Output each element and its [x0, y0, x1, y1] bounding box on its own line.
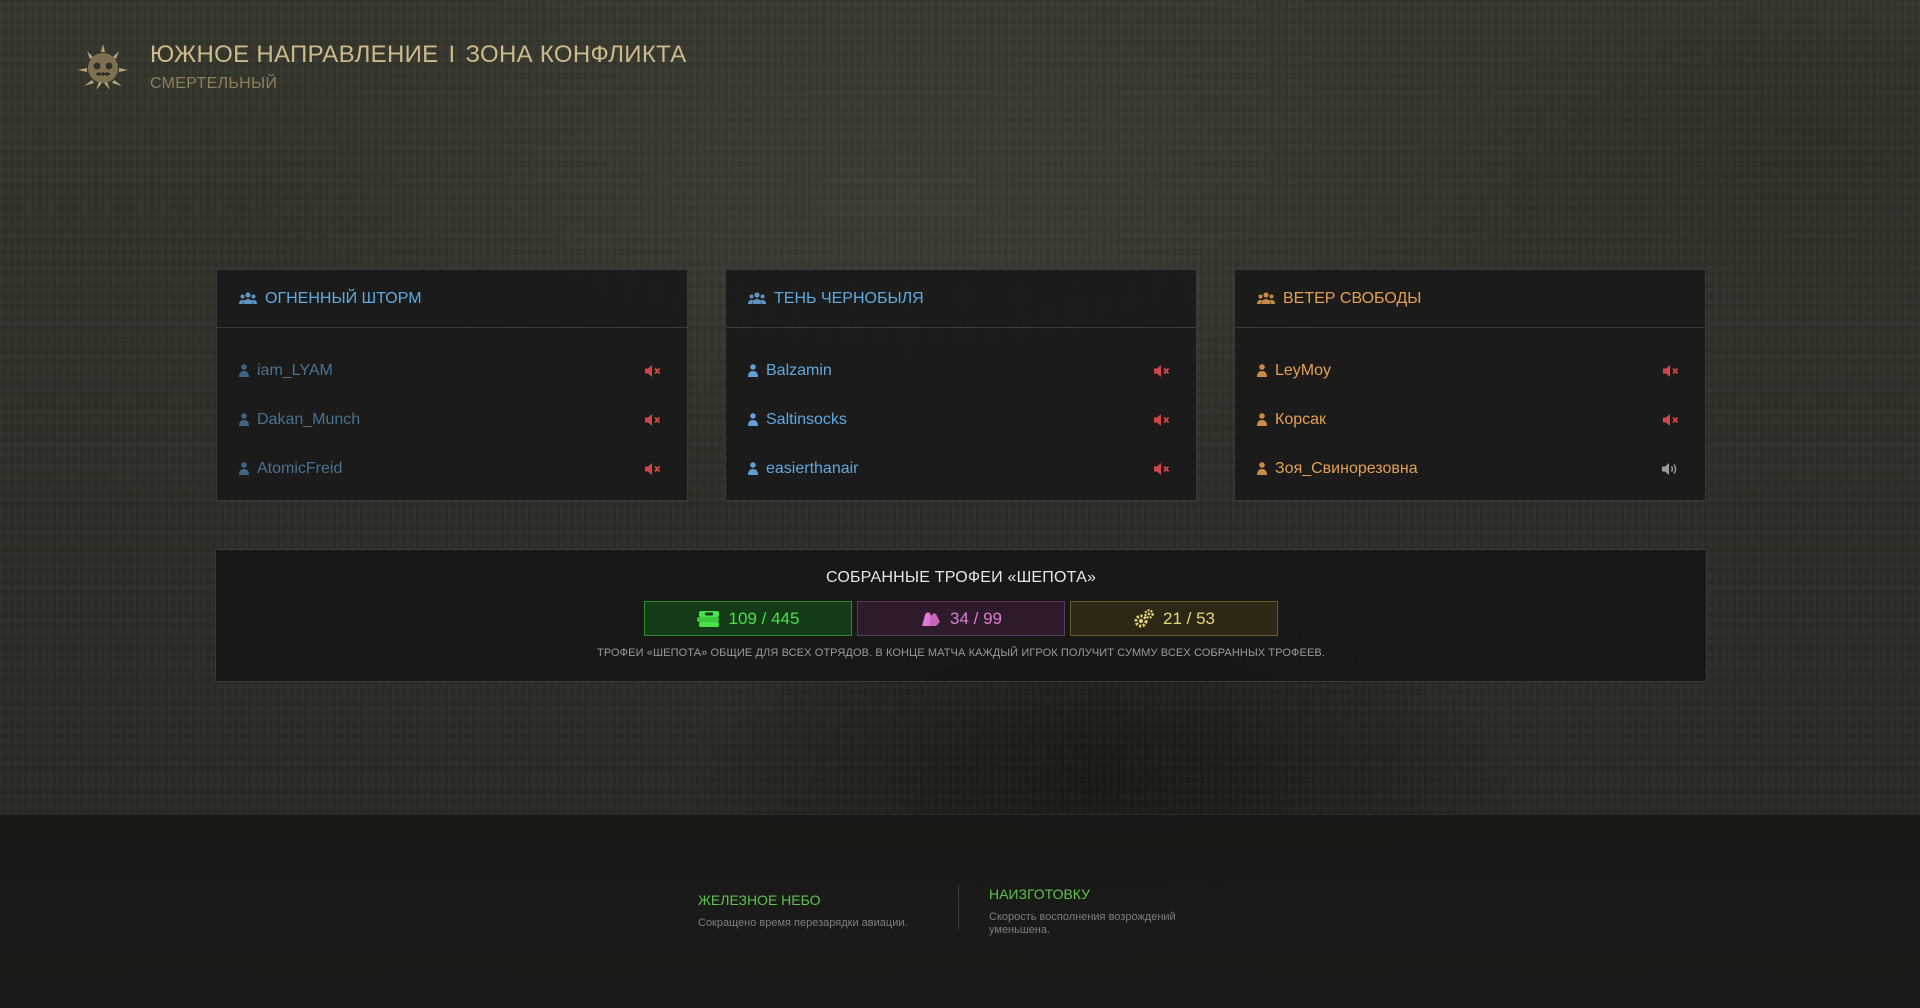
perk-iron-sky: ЖЕЛЕЗНОЕ НЕБО Сокращено время перезарядк… — [698, 892, 908, 930]
trophies-note: ТРОФЕИ «ШЕПОТА» ОБЩИЕ ДЛЯ ВСЕХ ОТРЯДОВ. … — [597, 647, 1325, 659]
player-name: AtomicFreid — [257, 459, 343, 477]
perk-divider — [958, 885, 959, 929]
squad-card: ВЕТЕР СВОБОДЫ LeyMoy Корсак Зоя_Свинорез… — [1234, 269, 1706, 501]
player-row[interactable]: Dakan_Munch — [217, 395, 687, 444]
speaker-muted-icon[interactable] — [1154, 413, 1170, 427]
gloves-icon — [922, 611, 940, 626]
player-row[interactable]: easierthanair — [726, 444, 1196, 493]
player-icon — [239, 413, 249, 426]
player-name: iam_LYAM — [257, 361, 333, 379]
speaker-on-icon[interactable] — [1662, 462, 1679, 476]
perks-bar: ЖЕЛЕЗНОЕ НЕБО Сокращено время перезарядк… — [0, 814, 1920, 1008]
squad-card: ТЕНЬ ЧЕРНОБЫЛЯ Balzamin Saltinsocks easi… — [725, 269, 1197, 501]
perk-title: ЖЕЛЕЗНОЕ НЕБО — [698, 892, 821, 908]
gears-icon — [1134, 608, 1154, 627]
trophy-counter-gloves: 34 / 99 — [857, 601, 1065, 636]
trophy-counters: 109 / 445 34 / 99 21 / 53 — [216, 601, 1706, 636]
speaker-muted-icon[interactable] — [1154, 462, 1170, 476]
perk-description: Скорость восполнения возрождений уменьше… — [989, 911, 1176, 936]
player-icon — [1257, 413, 1267, 426]
trophy-value: 109 / 445 — [728, 608, 800, 628]
player-name: Saltinsocks — [766, 410, 847, 428]
speaker-muted-icon[interactable] — [645, 462, 661, 476]
title-separator: I — [448, 41, 456, 68]
map-title: ЗОНА КОНФЛИКТА — [465, 41, 687, 68]
group-icon — [748, 292, 766, 304]
speaker-muted-icon[interactable] — [1154, 364, 1170, 378]
squads-panel: ОГНЕННЫЙ ШТОРМ iam_LYAM Dakan_Munch Atom… — [216, 269, 1706, 501]
speaker-muted-icon[interactable] — [1663, 413, 1679, 427]
trophies-title: СОБРАННЫЕ ТРОФЕИ «ШЕПОТА» — [825, 569, 1097, 586]
player-icon — [239, 462, 249, 475]
player-name: Корсак — [1275, 410, 1327, 428]
player-row[interactable]: Зоя_Свинорезовна — [1235, 444, 1705, 493]
squad-header: ОГНЕННЫЙ ШТОРМ — [217, 270, 687, 328]
player-row[interactable]: Balzamin — [726, 346, 1196, 395]
squad-card: ОГНЕННЫЙ ШТОРМ iam_LYAM Dakan_Munch Atom… — [216, 269, 688, 501]
group-icon — [239, 292, 257, 304]
speaker-muted-icon[interactable] — [645, 413, 661, 427]
perk-ready: НАИЗГОТОВКУ Скорость восполнения возрожд… — [989, 886, 1204, 937]
player-row[interactable]: Корсак — [1235, 395, 1705, 444]
player-row[interactable]: iam_LYAM — [217, 346, 687, 395]
trophy-counter-cash: 109 / 445 — [644, 601, 852, 636]
player-icon — [748, 413, 758, 426]
player-icon — [1257, 364, 1267, 377]
player-name: easierthanair — [766, 459, 859, 477]
squad-name: ОГНЕННЫЙ ШТОРМ — [265, 289, 422, 307]
trophy-counter-gears: 21 / 53 — [1070, 601, 1278, 636]
player-icon — [748, 364, 758, 377]
player-row[interactable]: LeyMoy — [1235, 346, 1705, 395]
mode-title: ЮЖНОЕ НАПРАВЛЕНИЕ — [150, 41, 439, 68]
player-name: Dakan_Munch — [257, 410, 361, 428]
perk-title: НАИЗГОТОВКУ — [989, 886, 1091, 902]
trophies-panel: СОБРАННЫЕ ТРОФЕИ «ШЕПОТА» 109 / 445 34 /… — [215, 549, 1707, 682]
player-row[interactable]: AtomicFreid — [217, 444, 687, 493]
speaker-muted-icon[interactable] — [1663, 364, 1679, 378]
cash-stack-icon — [696, 610, 719, 627]
player-icon — [1257, 462, 1267, 475]
trophy-value: 21 / 53 — [1163, 608, 1215, 628]
squad-name: ТЕНЬ ЧЕРНОБЫЛЯ — [774, 289, 924, 307]
player-name: Зоя_Свинорезовна — [1275, 459, 1418, 477]
player-name: Balzamin — [766, 361, 832, 379]
group-icon — [1257, 292, 1275, 304]
player-icon — [748, 462, 758, 475]
squad-name: ВЕТЕР СВОБОДЫ — [1283, 289, 1422, 307]
squad-header: ВЕТЕР СВОБОДЫ — [1235, 270, 1705, 328]
trophy-value: 34 / 99 — [950, 608, 1002, 628]
difficulty-label: СМЕРТЕЛЬНЫЙ — [150, 75, 278, 92]
player-name: LeyMoy — [1275, 361, 1332, 379]
squad-header: ТЕНЬ ЧЕРНОБЫЛЯ — [726, 270, 1196, 328]
perk-description: Сокращено время перезарядки авиации. — [698, 917, 908, 929]
player-icon — [239, 364, 249, 377]
spiked-skull-emblem-icon — [78, 44, 128, 90]
player-row[interactable]: Saltinsocks — [726, 395, 1196, 444]
mode-header: ЮЖНОЕ НАПРАВЛЕНИЕ I ЗОНА КОНФЛИКТА СМЕРТ… — [74, 38, 687, 96]
speaker-muted-icon[interactable] — [645, 364, 661, 378]
